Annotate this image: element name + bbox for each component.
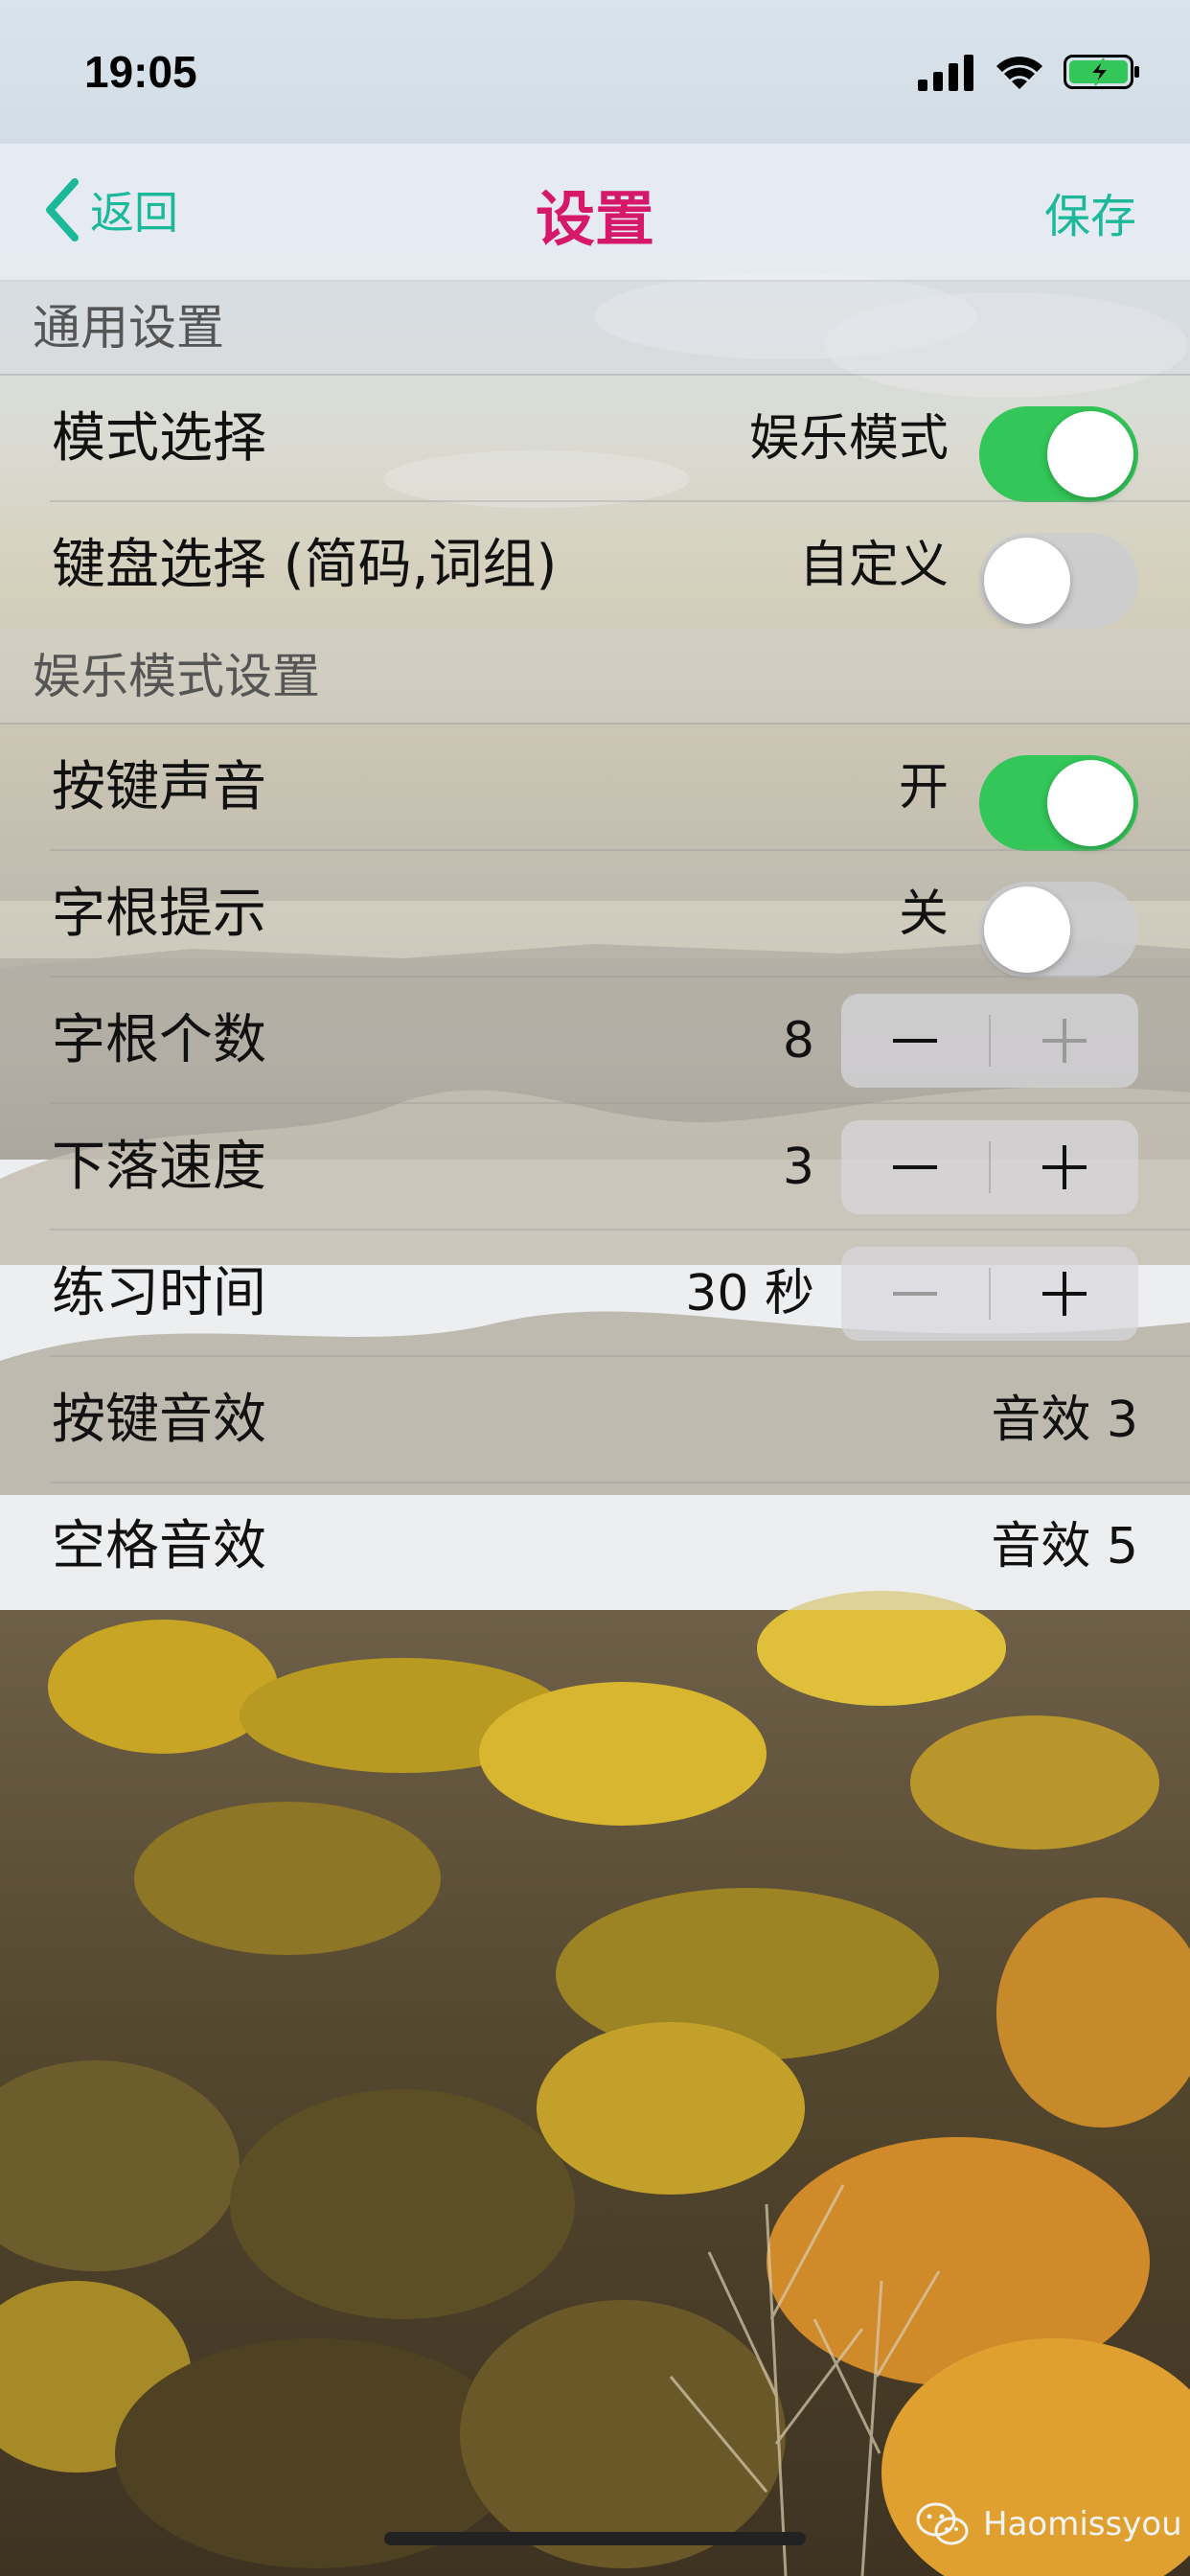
radical-count-stepper bbox=[841, 994, 1138, 1088]
navigation-bar: 返回 设置 保存 bbox=[0, 144, 1190, 282]
key-sound-value: 开 bbox=[898, 759, 949, 816]
row-space-effect[interactable]: 空格音效 音效 5 bbox=[0, 1484, 1190, 1610]
wechat-icon bbox=[916, 2502, 969, 2545]
minus-icon bbox=[893, 1292, 937, 1296]
minus-icon bbox=[893, 1039, 937, 1043]
section-header-general: 通用设置 bbox=[0, 280, 1190, 376]
key-effect-label: 按键音效 bbox=[52, 1389, 266, 1451]
decrement-button[interactable] bbox=[841, 1120, 989, 1214]
page-title: 设置 bbox=[535, 184, 654, 254]
status-time: 19:05 bbox=[84, 47, 197, 97]
keyboard-select-label: 键盘选择 (简码,词组) bbox=[52, 534, 558, 596]
radical-hint-value: 关 bbox=[898, 886, 949, 943]
general-settings-group: 模式选择 娱乐模式 键盘选择 (简码,词组) 自定义 bbox=[0, 376, 1190, 629]
mode-select-value: 娱乐模式 bbox=[748, 410, 949, 468]
space-effect-label: 空格音效 bbox=[52, 1515, 266, 1577]
increment-button[interactable] bbox=[991, 1120, 1138, 1214]
toggle-knob bbox=[1047, 760, 1133, 846]
fall-speed-label: 下落速度 bbox=[52, 1136, 266, 1198]
row-key-sound: 按键声音 开 bbox=[0, 724, 1190, 851]
row-radical-count: 字根个数 8 bbox=[0, 978, 1190, 1104]
increment-button[interactable] bbox=[991, 1247, 1138, 1341]
toggle-knob bbox=[1047, 411, 1133, 497]
wifi-icon bbox=[996, 57, 1042, 89]
fall-speed-stepper bbox=[841, 1120, 1138, 1214]
row-radical-hint: 字根提示 关 bbox=[0, 851, 1190, 978]
radical-count-label: 字根个数 bbox=[52, 1009, 266, 1071]
minus-icon bbox=[893, 1165, 937, 1169]
section-header-entertainment: 娱乐模式设置 bbox=[0, 629, 1190, 724]
signal-icon bbox=[918, 55, 973, 91]
toggle-knob bbox=[984, 538, 1070, 624]
keyboard-toggle[interactable] bbox=[979, 533, 1138, 629]
save-button[interactable]: 保存 bbox=[1044, 178, 1136, 245]
watermark: Haomissyou bbox=[916, 2501, 1182, 2547]
plus-icon bbox=[1042, 1019, 1087, 1063]
space-effect-value: 音效 5 bbox=[991, 1518, 1138, 1576]
row-key-effect[interactable]: 按键音效 音效 3 bbox=[0, 1357, 1190, 1484]
radical-hint-toggle[interactable] bbox=[979, 882, 1138, 978]
decrement-button[interactable] bbox=[841, 994, 989, 1088]
key-sound-label: 按键声音 bbox=[52, 756, 266, 818]
decrement-button[interactable] bbox=[841, 1247, 989, 1341]
toggle-knob bbox=[984, 886, 1070, 973]
key-sound-toggle[interactable] bbox=[979, 755, 1138, 851]
radical-count-value: 8 bbox=[782, 1012, 814, 1070]
keyboard-select-value: 自定义 bbox=[798, 537, 949, 594]
mode-select-label: 模式选择 bbox=[52, 407, 266, 470]
home-indicator[interactable] bbox=[384, 2532, 806, 2545]
fall-speed-value: 3 bbox=[782, 1138, 814, 1196]
key-effect-value: 音效 3 bbox=[991, 1392, 1138, 1449]
battery-charging-icon bbox=[1064, 55, 1139, 89]
row-practice-time: 练习时间 30 秒 bbox=[0, 1230, 1190, 1357]
row-keyboard-select: 键盘选择 (简码,词组) 自定义 bbox=[0, 502, 1190, 629]
row-fall-speed: 下落速度 3 bbox=[0, 1104, 1190, 1230]
radical-hint-label: 字根提示 bbox=[52, 883, 266, 945]
plus-icon bbox=[1042, 1145, 1087, 1189]
mode-toggle[interactable] bbox=[979, 406, 1138, 502]
status-bar: 19:05 bbox=[0, 0, 1190, 144]
increment-button[interactable] bbox=[991, 994, 1138, 1088]
practice-time-value: 30 秒 bbox=[685, 1265, 814, 1322]
practice-time-label: 练习时间 bbox=[52, 1262, 266, 1324]
watermark-text: Haomissyou bbox=[983, 2505, 1182, 2543]
plus-icon bbox=[1042, 1272, 1087, 1316]
status-icons bbox=[918, 50, 1142, 94]
practice-time-stepper bbox=[841, 1247, 1138, 1341]
entertainment-settings-group: 按键声音 开 字根提示 关 字根个数 8 下落速度 3 练习时间 30 秒 按键… bbox=[0, 724, 1190, 1610]
row-mode-select: 模式选择 娱乐模式 bbox=[0, 376, 1190, 502]
